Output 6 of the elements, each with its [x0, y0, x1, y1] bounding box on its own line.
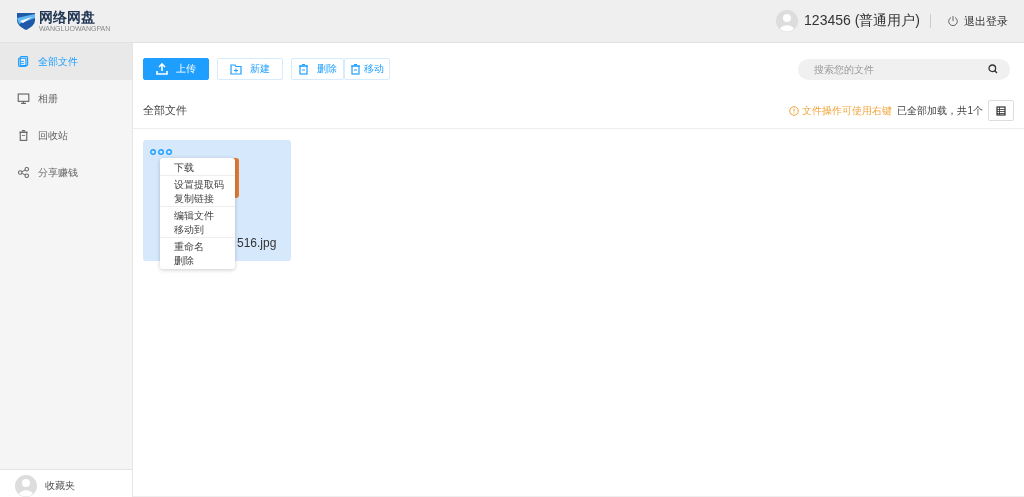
breadcrumb: 全部文件 — [143, 103, 187, 118]
load-status: 已全部加载，共1个 — [897, 103, 983, 118]
logo-text: 网络网盘 — [39, 9, 96, 25]
right-click-hint: 文件操作可使用右键 — [802, 103, 893, 118]
file-name: 516.jpg — [237, 236, 277, 250]
user-name: 123456 (普通用户) — [804, 12, 920, 30]
